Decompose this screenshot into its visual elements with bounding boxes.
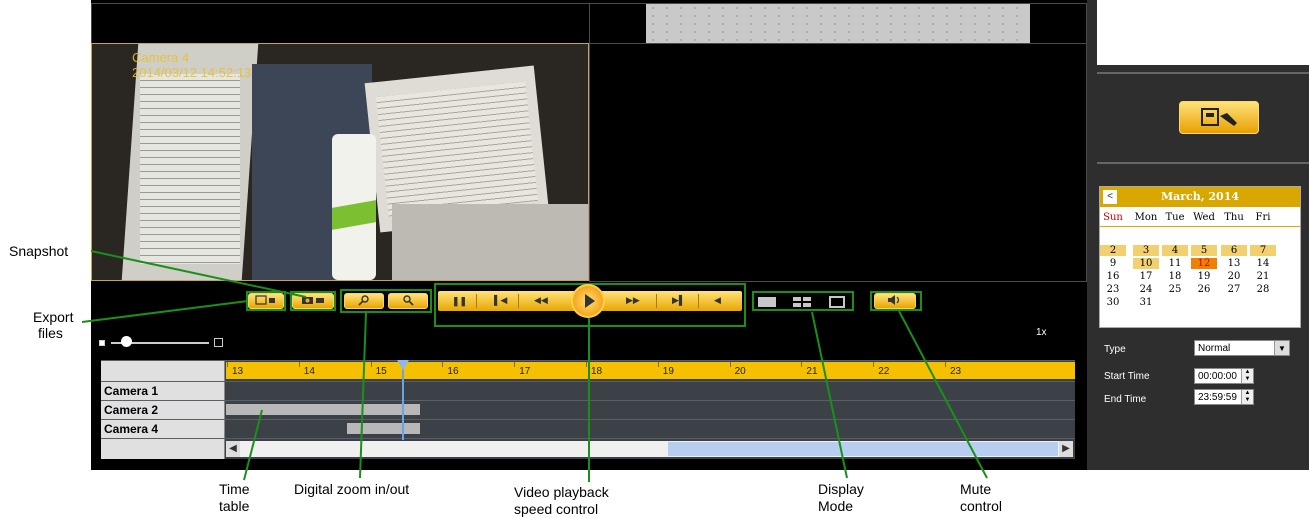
leader-line-mute <box>898 310 988 479</box>
leader-line-snapshot <box>90 250 307 298</box>
leader-line-zoom <box>359 312 367 479</box>
annotation-leader-lines <box>81 250 988 482</box>
leader-line-display <box>811 311 848 479</box>
leader-line-time-table <box>243 409 263 481</box>
leader-line-export <box>81 300 249 323</box>
